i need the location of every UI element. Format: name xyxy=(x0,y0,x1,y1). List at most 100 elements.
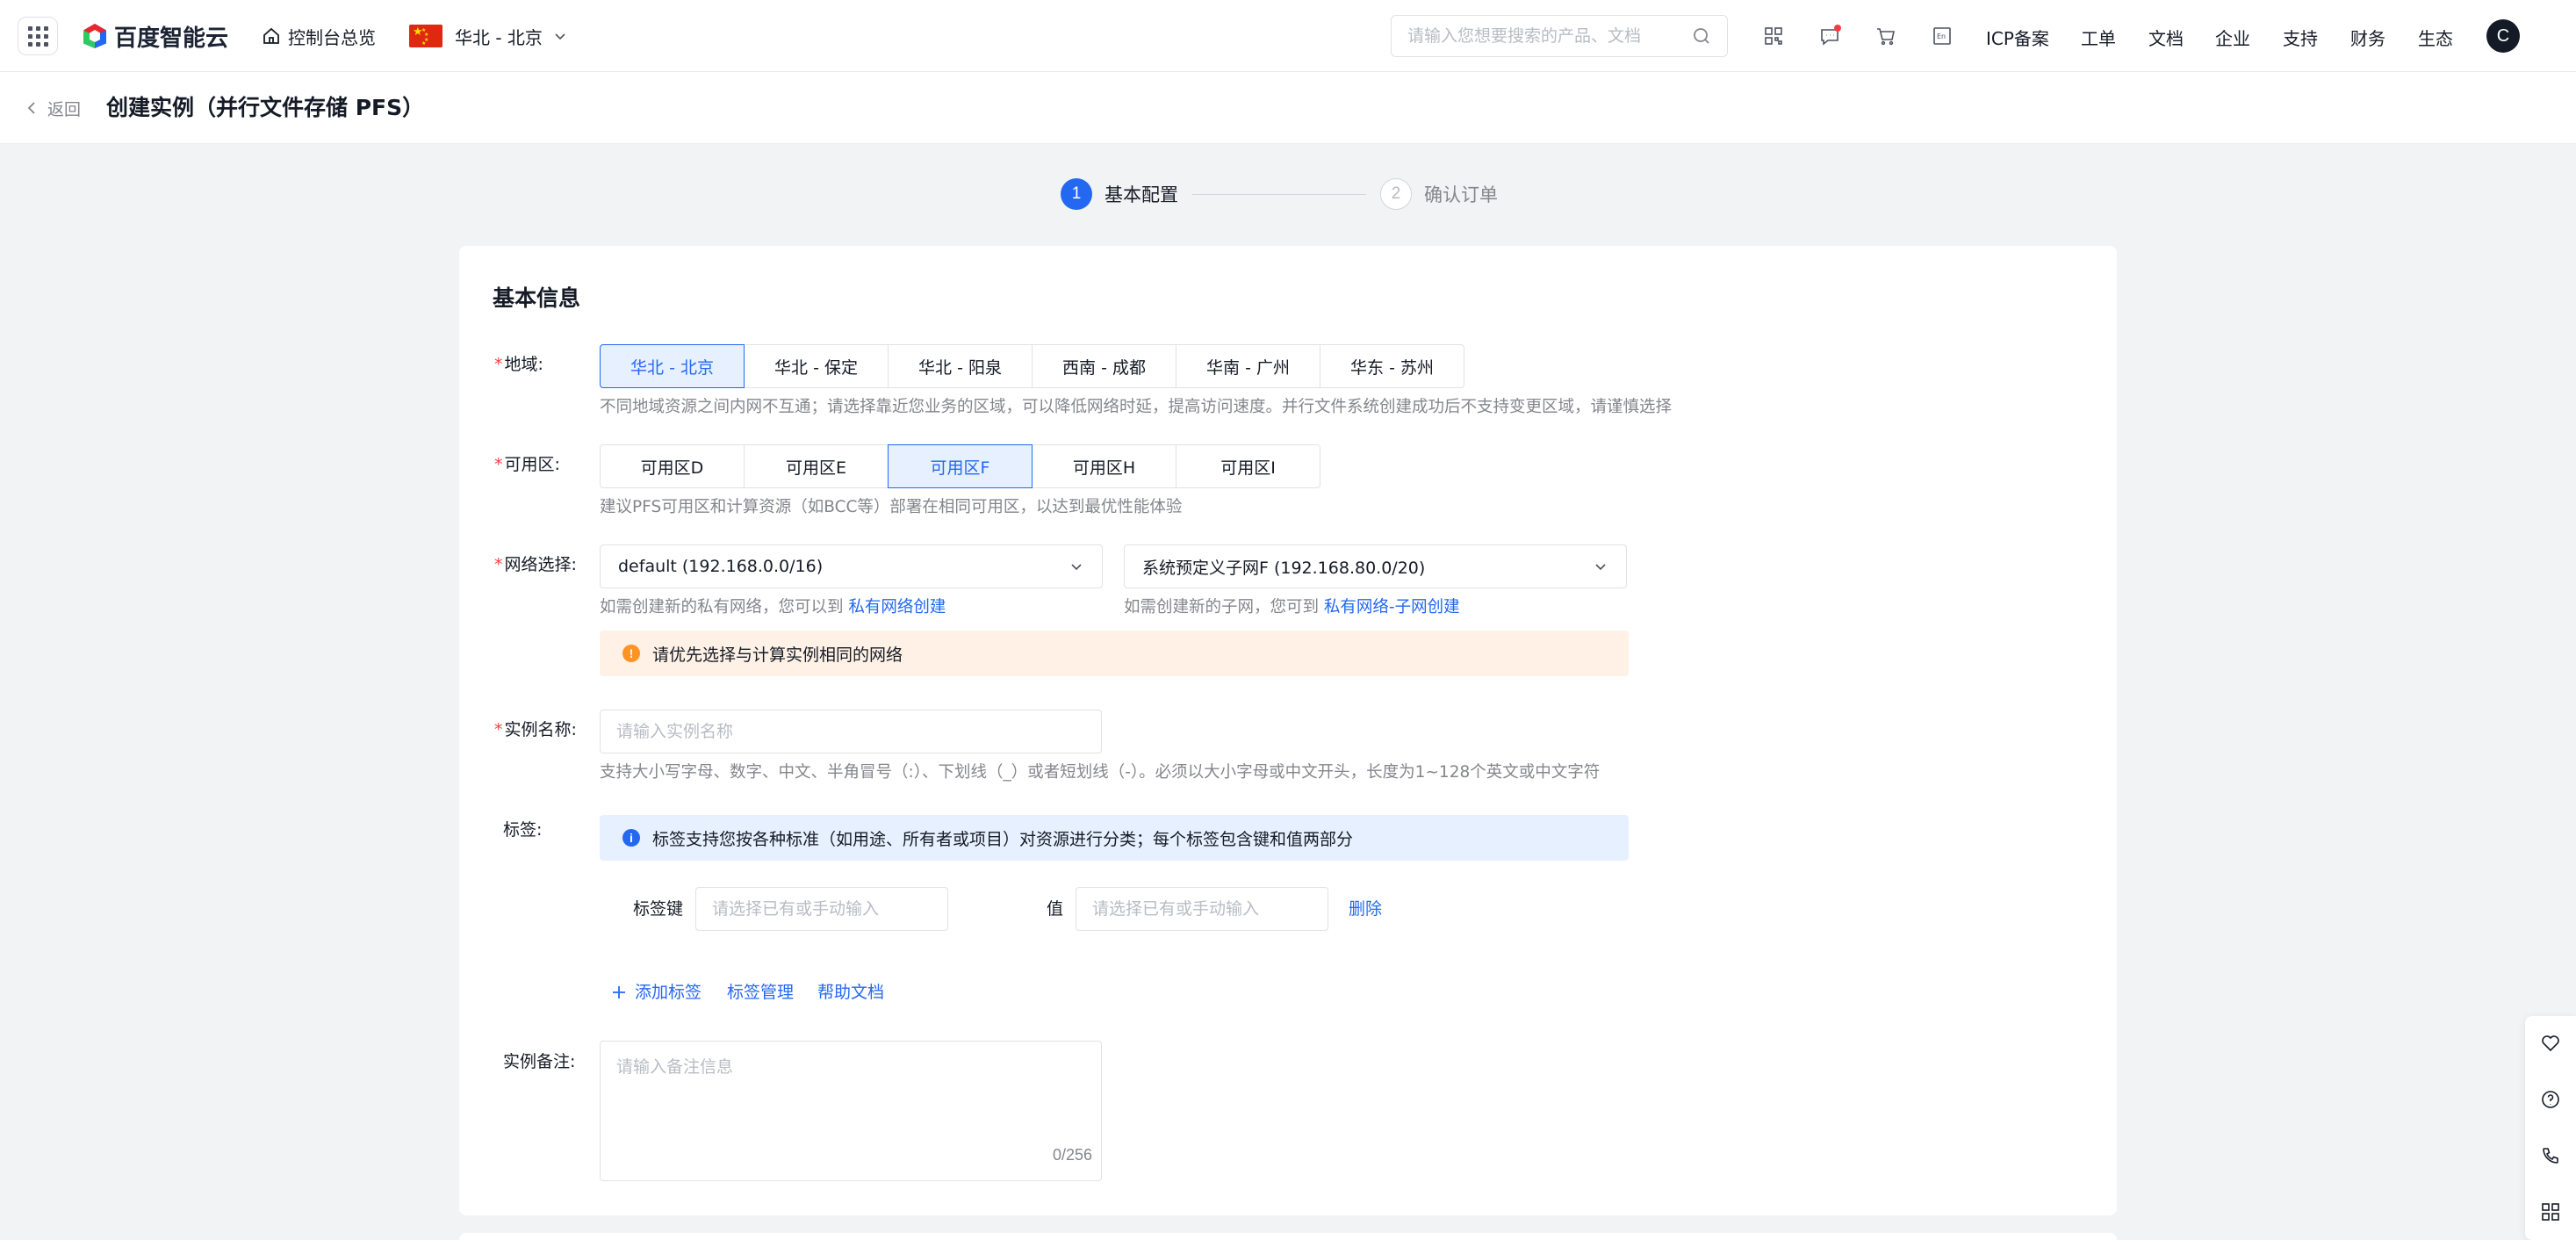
tag-key-label: 标签键 xyxy=(633,899,684,919)
brand-name: 百度智能云 xyxy=(114,25,229,52)
back-label: 返回 xyxy=(47,99,82,119)
remark-field: 0/256 xyxy=(600,1041,1102,1181)
region-options: 华北 - 北京 华北 - 保定 华北 - 阳泉 西南 - 成都 华南 - 广州 … xyxy=(600,344,1464,388)
user-avatar[interactable]: C xyxy=(2486,19,2520,53)
nav-finance[interactable]: 财务 xyxy=(2350,23,2385,51)
tag-value-input[interactable] xyxy=(1076,887,1328,931)
zone-label: * 可用区: xyxy=(494,455,560,474)
grid-icon xyxy=(27,25,48,47)
top-header: 百度智能云 控制台总览 ★ ★ ★ ★ ★ 华北 - 北京 请输入您想要搜索的产… xyxy=(0,0,2576,72)
app-grid-button[interactable] xyxy=(18,17,58,55)
region-option-baoding[interactable]: 华北 - 保定 xyxy=(744,344,889,388)
subnet-select[interactable]: 系统预定义子网F (192.168.80.0/20) xyxy=(1124,544,1627,588)
chevron-down-icon xyxy=(1071,564,1082,571)
zone-option-e[interactable]: 可用区E xyxy=(744,444,889,488)
brand-logo[interactable]: 百度智能云 xyxy=(81,19,228,53)
required-mark: * xyxy=(494,355,503,374)
zone-hint: 建议PFS可用区和计算资源（如BCC等）部署在相同可用区，以达到最优性能体验 xyxy=(600,498,1183,516)
back-button[interactable]: 返回 xyxy=(25,94,81,122)
vpc-select-value: default (192.168.0.0/16) xyxy=(618,557,824,576)
tags-info-text: 标签支持您按各种标准（如用途、所有者或项目）对资源进行分类；每个标签包含键和值两… xyxy=(652,829,1354,849)
step-connector xyxy=(1192,193,1366,195)
notification-dot xyxy=(1834,25,1841,32)
search-icon[interactable] xyxy=(1692,26,1711,46)
remark-label: 实例备注: xyxy=(503,1052,576,1071)
required-mark: * xyxy=(494,455,503,474)
region-option-chengdu[interactable]: 西南 - 成都 xyxy=(1032,344,1176,388)
region-hint: 不同地域资源之间内网不互通；请选择靠近您业务的区域，可以降低网络时延，提高访问速… xyxy=(600,398,1673,416)
step-1-number: 1 xyxy=(1061,178,1092,210)
zone-option-f[interactable]: 可用区F xyxy=(888,444,1033,488)
region-label: * 地域: xyxy=(494,355,543,374)
help-question-icon[interactable] xyxy=(2537,1086,2564,1113)
region-option-guangzhou[interactable]: 华南 - 广州 xyxy=(1176,344,1320,388)
nav-ticket[interactable]: 工单 xyxy=(2081,23,2116,51)
step-2-label: 确认订单 xyxy=(1424,184,1498,205)
feedback-heart-icon[interactable] xyxy=(2537,1030,2564,1056)
subnet-hint: 如需创建新的子网，您可到 私有网络-子网创建 xyxy=(1124,598,1460,616)
phone-icon[interactable] xyxy=(2537,1143,2564,1169)
vpc-hint: 如需创建新的私有网络，您可以到 私有网络创建 xyxy=(600,598,946,616)
page-title: 创建实例（并行文件存储 PFS） xyxy=(106,95,425,120)
nav-support[interactable]: 支持 xyxy=(2283,23,2318,51)
search-input[interactable] xyxy=(1407,26,1692,46)
qrcode-icon[interactable] xyxy=(1760,23,1787,49)
section-title: 基本信息 xyxy=(493,285,581,311)
region-selector-label: 华北 - 北京 xyxy=(455,26,543,48)
chevron-down-icon xyxy=(555,33,565,40)
tag-manage-link[interactable]: 标签管理 xyxy=(727,979,794,1006)
nav-docs[interactable]: 文档 xyxy=(2148,23,2184,51)
tags-info: i 标签支持您按各种标准（如用途、所有者或项目）对资源进行分类；每个标签包含键和… xyxy=(600,815,1629,861)
global-search xyxy=(1391,15,1728,57)
instance-name-label: * 实例名称: xyxy=(494,720,577,739)
china-flag-icon: ★ ★ ★ ★ ★ xyxy=(409,25,443,47)
apps-icon[interactable] xyxy=(2537,1199,2564,1225)
help-doc-link[interactable]: 帮助文档 xyxy=(817,979,884,1006)
zone-option-i[interactable]: 可用区I xyxy=(1176,444,1320,488)
floating-toolbar xyxy=(2525,1016,2576,1240)
step-1-label: 基本配置 xyxy=(1105,184,1178,205)
tag-delete-link[interactable]: 删除 xyxy=(1349,896,1382,922)
instance-name-input[interactable] xyxy=(600,710,1102,753)
vpc-create-link[interactable]: 私有网络创建 xyxy=(848,598,946,616)
console-home-link[interactable]: 控制台总览 xyxy=(262,22,376,50)
chevron-left-icon xyxy=(27,102,35,114)
required-mark: * xyxy=(494,555,503,574)
next-section-card xyxy=(459,1233,2117,1240)
region-option-yangquan[interactable]: 华北 - 阳泉 xyxy=(888,344,1033,388)
cart-icon[interactable] xyxy=(1873,23,1899,49)
region-selector[interactable]: ★ ★ ★ ★ ★ 华北 - 北京 xyxy=(409,22,567,50)
info-icon: i xyxy=(622,829,640,847)
nav-ecosystem[interactable]: 生态 xyxy=(2418,23,2453,51)
add-tag-button[interactable]: 添加标签 xyxy=(610,979,702,1006)
plus-icon xyxy=(613,986,625,998)
basic-info-card: 基本信息 * 地域: 华北 - 北京 华北 - 保定 华北 - 阳泉 西南 - 成… xyxy=(459,246,2117,1215)
region-option-suzhou[interactable]: 华东 - 苏州 xyxy=(1320,344,1464,388)
vpc-select[interactable]: default (192.168.0.0/16) xyxy=(600,544,1103,588)
subnet-create-link[interactable]: 私有网络-子网创建 xyxy=(1324,598,1460,616)
tag-key-input[interactable] xyxy=(695,887,948,931)
subnet-select-value: 系统预定义子网F (192.168.80.0/20) xyxy=(1142,558,1426,578)
page-title-bar: 返回 创建实例（并行文件存储 PFS） xyxy=(0,72,2576,144)
required-mark: * xyxy=(494,720,503,739)
network-warning: ! 请优先选择与计算实例相同的网络 xyxy=(600,631,1629,676)
zone-option-d[interactable]: 可用区D xyxy=(600,444,745,488)
remark-char-counter: 0/256 xyxy=(1052,1146,1092,1164)
chevron-down-icon xyxy=(1595,564,1606,571)
cloud-logo-icon xyxy=(83,24,106,48)
remark-textarea[interactable] xyxy=(601,1042,1101,1180)
nav-icp[interactable]: ICP备案 xyxy=(1986,23,2049,51)
zone-option-h[interactable]: 可用区H xyxy=(1032,444,1176,488)
step-indicator: 1 基本配置 2 确认订单 xyxy=(1061,177,1498,211)
console-home-label: 控制台总览 xyxy=(288,26,376,48)
message-icon[interactable] xyxy=(1817,23,1843,49)
tag-value-label: 值 xyxy=(1047,899,1064,919)
warning-icon: ! xyxy=(622,645,640,662)
nav-enterprise[interactable]: 企业 xyxy=(2215,23,2250,51)
network-warning-text: 请优先选择与计算实例相同的网络 xyxy=(652,645,903,665)
tags-label: 标签: xyxy=(503,820,543,840)
network-label: * 网络选择: xyxy=(494,555,577,574)
language-icon[interactable]: En xyxy=(1929,23,1955,49)
region-option-beijing[interactable]: 华北 - 北京 xyxy=(600,344,745,388)
svg-text:En: En xyxy=(1937,32,1946,40)
